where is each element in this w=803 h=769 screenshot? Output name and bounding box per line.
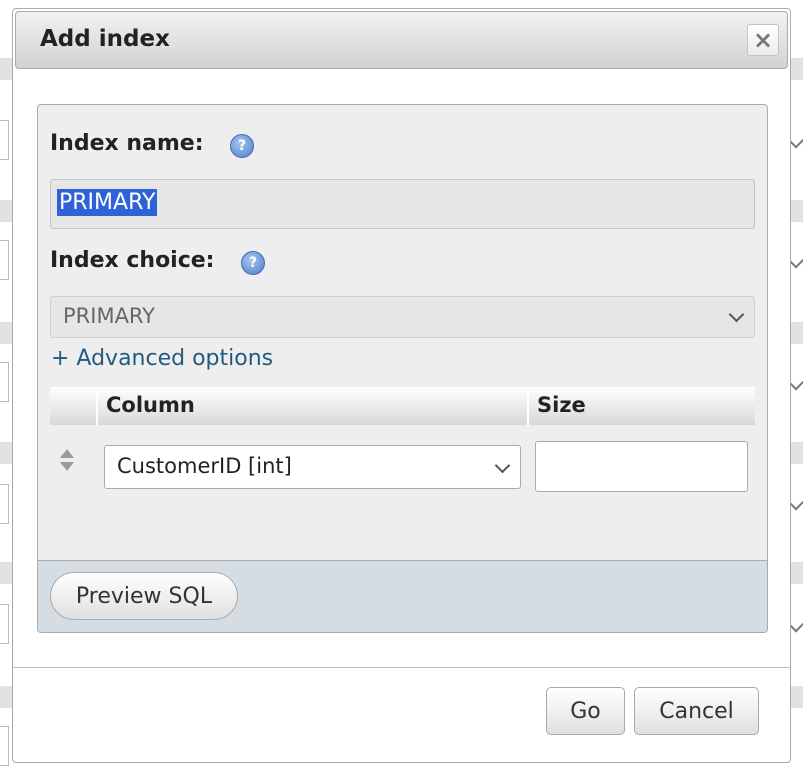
help-icon[interactable]: ? xyxy=(230,134,254,158)
index-choice-value: PRIMARY xyxy=(63,304,156,328)
drag-handle-icon[interactable] xyxy=(60,449,74,473)
background-control xyxy=(0,362,9,402)
table-header: Column Size xyxy=(50,387,755,425)
column-select[interactable]: CustomerID [int] xyxy=(104,445,521,489)
index-choice-label: Index choice: xyxy=(50,248,215,273)
column-select-value: CustomerID [int] xyxy=(117,454,292,478)
background-control xyxy=(0,240,9,280)
index-name-value: PRIMARY xyxy=(57,189,158,216)
background-control xyxy=(0,120,9,160)
dialog-titlebar[interactable]: Add index × xyxy=(15,11,788,69)
preview-sql-button[interactable]: Preview SQL xyxy=(50,572,238,620)
background-control xyxy=(0,604,9,644)
close-button[interactable]: × xyxy=(747,24,779,56)
chevron-down-icon xyxy=(494,457,511,474)
dialog-divider xyxy=(13,667,790,668)
help-icon[interactable]: ? xyxy=(241,251,265,275)
cancel-button[interactable]: Cancel xyxy=(634,687,759,735)
chevron-down-icon xyxy=(728,306,745,323)
header-column: Column xyxy=(96,387,527,425)
background-control xyxy=(0,726,9,766)
dialog-title: Add index xyxy=(40,26,170,52)
size-input[interactable] xyxy=(535,441,748,492)
index-name-input[interactable]: PRIMARY xyxy=(50,179,755,229)
header-drag xyxy=(50,387,96,425)
index-settings-panel: Index name: ? PRIMARY Index choice: ? PR… xyxy=(37,104,768,633)
go-button[interactable]: Go xyxy=(546,687,625,735)
panel-footer: Preview SQL xyxy=(38,560,767,632)
index-choice-select[interactable]: PRIMARY xyxy=(50,296,755,338)
close-icon: × xyxy=(752,26,774,54)
advanced-options-link[interactable]: + Advanced options xyxy=(51,346,273,371)
background-control xyxy=(0,484,9,524)
index-name-label: Index name: xyxy=(50,131,204,156)
add-index-dialog: Add index × Index name: ? PRIMARY Index … xyxy=(12,8,791,763)
header-size: Size xyxy=(527,387,755,425)
